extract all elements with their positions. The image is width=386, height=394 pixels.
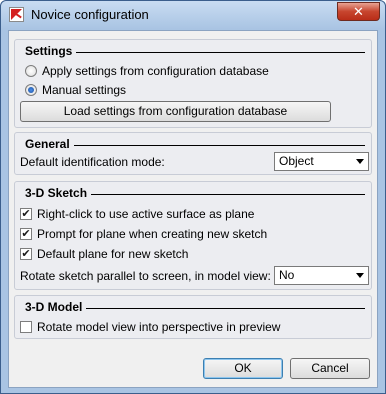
- checkbox-prompt-plane[interactable]: ✔ Prompt for plane when creating new ske…: [20, 226, 267, 242]
- group-divider: [25, 145, 365, 146]
- checkbox-perspective-label: Rotate model view into perspective in pr…: [37, 320, 281, 334]
- chevron-down-icon: [356, 159, 364, 164]
- app-logo-icon: [9, 7, 24, 22]
- checkmark-icon: ✔: [21, 228, 31, 240]
- general-group: General Default identification mode: Obj…: [14, 132, 372, 175]
- dialog-body: Settings Apply settings from configurati…: [8, 30, 378, 388]
- checkbox-default-plane[interactable]: ✔ Default plane for new sketch: [20, 246, 188, 262]
- radio-manual-indicator[interactable]: [25, 84, 37, 96]
- title-bar[interactable]: Novice configuration ✕: [1, 1, 385, 29]
- radio-manual-settings[interactable]: Manual settings: [25, 82, 126, 98]
- checkbox-prompt-plane-label: Prompt for plane when creating new sketc…: [37, 227, 268, 241]
- identification-mode-label: Default identification mode:: [20, 155, 165, 169]
- sketch-group-title: 3-D Sketch: [25, 186, 92, 200]
- rotate-sketch-value: No: [279, 268, 295, 282]
- model-group: 3-D Model Rotate model view into perspec…: [14, 295, 372, 339]
- model-group-title: 3-D Model: [25, 300, 87, 314]
- checkbox-rightclick-label: Right-click to use active surface as pla…: [37, 207, 255, 221]
- settings-group: Settings Apply settings from configurati…: [14, 39, 372, 128]
- general-group-title: General: [25, 137, 74, 151]
- checkbox-default-plane-label: Default plane for new sketch: [37, 247, 189, 261]
- dialog-window: Novice configuration ✕ Settings Apply se…: [0, 0, 386, 394]
- ok-button[interactable]: OK: [203, 358, 283, 379]
- checkmark-icon: ✔: [21, 248, 31, 260]
- radio-apply-settings[interactable]: Apply settings from configuration databa…: [25, 63, 269, 79]
- close-button[interactable]: ✕: [337, 2, 380, 21]
- checkbox-rightclick[interactable]: ✔ Right-click to use active surface as p…: [20, 206, 254, 222]
- checkbox-rightclick-box[interactable]: ✔: [20, 208, 32, 220]
- radio-manual-label: Manual settings: [42, 83, 127, 97]
- rotate-sketch-label: Rotate sketch parallel to screen, in mod…: [20, 269, 271, 283]
- checkbox-prompt-plane-box[interactable]: ✔: [20, 228, 32, 240]
- load-settings-button[interactable]: Load settings from configuration databas…: [20, 101, 331, 122]
- identification-mode-select[interactable]: Object: [274, 152, 369, 171]
- checkbox-perspective[interactable]: Rotate model view into perspective in pr…: [20, 319, 280, 335]
- radio-apply-label: Apply settings from configuration databa…: [42, 64, 269, 78]
- settings-group-title: Settings: [25, 44, 77, 58]
- sketch-group: 3-D Sketch ✔ Right-click to use active s…: [14, 181, 372, 290]
- rotate-sketch-select[interactable]: No: [274, 266, 369, 285]
- checkmark-icon: ✔: [21, 208, 31, 220]
- cancel-button[interactable]: Cancel: [290, 358, 370, 379]
- checkbox-perspective-box[interactable]: [20, 321, 32, 333]
- close-icon: ✕: [353, 4, 364, 19]
- window-title: Novice configuration: [31, 7, 149, 22]
- identification-mode-value: Object: [279, 154, 314, 168]
- chevron-down-icon: [356, 273, 364, 278]
- radio-apply-indicator[interactable]: [25, 65, 37, 77]
- checkbox-default-plane-box[interactable]: ✔: [20, 248, 32, 260]
